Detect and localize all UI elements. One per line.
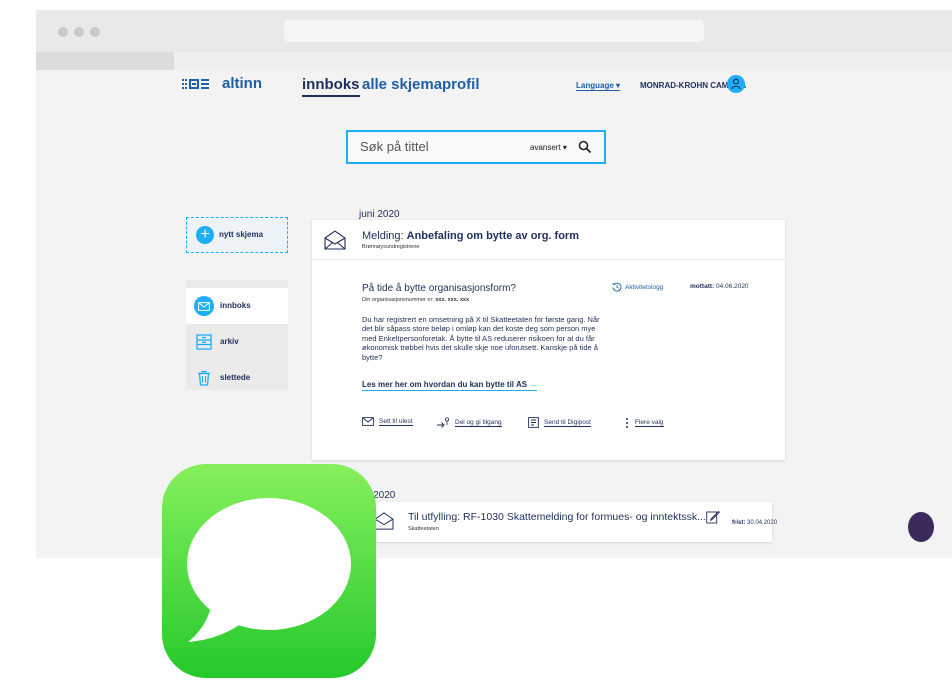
nav-profil[interactable]: profil [442, 76, 480, 93]
envelope-icon [362, 417, 374, 426]
trash-icon [198, 370, 210, 386]
activity-log-link[interactable]: Aktivitetslogg [612, 282, 663, 292]
deadline-label: frist: [732, 520, 746, 526]
sidebar-item-label: innboks [220, 301, 251, 310]
send-digipost-action[interactable]: Send til Digipost [528, 417, 591, 428]
section-heading-juni-2020: juni 2020 [359, 209, 400, 220]
read-more-link[interactable]: Les mer her om hvordan du kan bytte til … [362, 380, 538, 391]
share-icon [437, 417, 449, 428]
activity-log-label: Aktivitetslogg [625, 283, 664, 291]
sidebar-item-innboks[interactable]: innboks [186, 288, 288, 324]
sidebar-item-slettede[interactable]: slettede [186, 360, 288, 396]
org-number-line: Din organisasjonsnummer er: xxx. xxx. xx… [362, 297, 469, 303]
chat-widget-button[interactable] [908, 512, 934, 542]
read-more-label: Les mer her om hvordan du kan bytte til … [362, 380, 528, 389]
message-sender: Skatteetaten [408, 526, 439, 532]
archive-icon [196, 334, 212, 350]
mark-unread-action[interactable]: Sett til ulest [362, 417, 413, 426]
browser-titlebar [36, 10, 952, 52]
action-label: Del og gi tilgang [455, 419, 502, 427]
action-label: Send til Digipost [544, 418, 591, 427]
message-subject: Anbefaling om bytte av org. form [406, 230, 579, 242]
logo-text: altinn [222, 75, 262, 92]
message-title: Til utfylling: RF-1030 Skattemelding for… [408, 511, 706, 523]
received-value: 04.06.2020 [716, 283, 749, 290]
received-date: mottatt: 04.06.2020 [690, 283, 749, 290]
nav-alle-skjema[interactable]: alle skjema [362, 76, 442, 93]
address-bar[interactable] [284, 20, 704, 42]
search-icon[interactable] [578, 140, 592, 154]
new-form-button[interactable]: + nytt skjema [186, 217, 288, 253]
user-icon [731, 78, 741, 90]
org-number-label: Din organisasjonsnummer er: [362, 297, 434, 303]
digipost-icon [528, 417, 539, 428]
deadline-value: 30.04.2020 [747, 520, 778, 526]
card-divider [312, 259, 785, 260]
sidebar-item-label: slettede [220, 373, 251, 382]
browser-tab[interactable] [36, 52, 174, 70]
advanced-search-toggle[interactable]: avansert ▾ [530, 143, 567, 152]
search-input[interactable] [360, 139, 520, 154]
received-label: mottatt: [690, 283, 715, 290]
nav-innboks[interactable]: innboks [302, 76, 360, 97]
altinn-logo[interactable]: altinn [182, 75, 262, 92]
close-window-dot[interactable] [58, 27, 68, 37]
message-body-text: Du har registrert en omsetning på X til … [362, 315, 600, 362]
sidebar-item-arkiv[interactable]: arkiv [186, 324, 288, 360]
action-label: Flere valg [635, 419, 664, 427]
minimize-window-dot[interactable] [74, 27, 84, 37]
envelope-open-icon [324, 230, 346, 250]
message-sender: Brønnøysundregistrene [362, 244, 420, 250]
edit-form-icon[interactable] [706, 510, 720, 524]
message-card-collapsed[interactable]: Til utfylling: RF-1030 Skattemelding for… [312, 502, 777, 542]
deadline: frist: 30.04.2020 [732, 520, 777, 526]
history-icon [612, 282, 622, 292]
envelope-icon [194, 296, 214, 316]
action-label: Sett til ulest [379, 417, 413, 426]
org-number-value: xxx. xxx. xxx [435, 297, 470, 303]
user-avatar[interactable] [727, 75, 745, 93]
sidebar-item-label: arkiv [220, 337, 239, 346]
message-card-expanded[interactable]: Melding: Anbefaling om bytte av org. for… [312, 220, 785, 460]
speech-bubble-icon [187, 498, 351, 642]
plus-icon: + [196, 226, 214, 244]
maximize-window-dot[interactable] [90, 27, 100, 37]
arrow-right-icon: → [529, 380, 538, 389]
message-body-heading: På tide å bytte organisasjonsform? [362, 283, 516, 294]
altinn-logo-icon [182, 78, 209, 89]
more-options-action[interactable]: Flere valg [624, 417, 664, 429]
new-form-label: nytt skjema [219, 230, 264, 239]
language-selector[interactable]: Language ▾ [576, 81, 621, 91]
message-prefix: Melding: [362, 230, 404, 242]
sidebar-menu: innboks arkiv slettede [186, 280, 288, 390]
envelope-open-icon [374, 512, 394, 530]
message-title[interactable]: Melding: Anbefaling om bytte av org. for… [362, 230, 579, 242]
share-access-action[interactable]: Del og gi tilgang [436, 417, 502, 429]
messages-app-icon[interactable] [162, 464, 376, 678]
search-box: avansert ▾ [346, 130, 606, 164]
more-icon [626, 418, 628, 428]
